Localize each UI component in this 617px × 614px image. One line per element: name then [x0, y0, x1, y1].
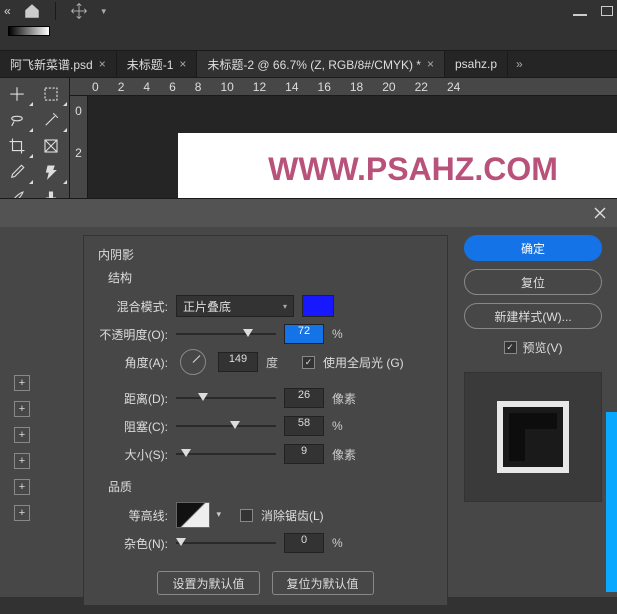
- blend-mode-label: 混合模式:: [98, 298, 168, 315]
- frame-tool-icon[interactable]: [34, 133, 68, 159]
- angle-input[interactable]: 149: [218, 352, 258, 372]
- add-effect-icon[interactable]: +: [14, 401, 30, 417]
- contour-label: 等高线:: [98, 507, 168, 524]
- noise-label: 杂色(N):: [98, 535, 168, 552]
- antialias-label: 消除锯齿(L): [261, 507, 324, 524]
- angle-label: 角度(A):: [98, 354, 168, 371]
- marquee-tool-icon[interactable]: [34, 81, 68, 107]
- home-icon[interactable]: [23, 2, 41, 20]
- dialog-close-icon[interactable]: [593, 206, 607, 220]
- add-effect-icon[interactable]: +: [14, 427, 30, 443]
- shadow-color-picker[interactable]: [302, 295, 334, 317]
- global-light-checkbox[interactable]: [302, 356, 315, 369]
- blend-mode-select[interactable]: 正片叠底▾: [176, 295, 294, 317]
- size-label: 大小(S):: [98, 446, 168, 463]
- window-min-icon[interactable]: [573, 14, 587, 16]
- add-effect-icon[interactable]: +: [14, 505, 30, 521]
- eyedropper-tool-icon[interactable]: [0, 159, 34, 185]
- choke-slider[interactable]: [176, 419, 276, 433]
- preview-label: 预览(V): [523, 339, 563, 356]
- noise-slider[interactable]: [176, 536, 276, 550]
- reset-default-button[interactable]: 复位为默认值: [272, 571, 374, 595]
- heal-tool-icon[interactable]: [34, 159, 68, 185]
- tab-doc-4[interactable]: psahz.p: [445, 51, 508, 77]
- opacity-input[interactable]: 72: [284, 324, 324, 344]
- size-input[interactable]: 9: [284, 444, 324, 464]
- collapse-icon[interactable]: «: [4, 4, 11, 18]
- tab-doc-2[interactable]: 未标题-1 ×: [117, 51, 198, 77]
- opacity-label: 不透明度(O):: [98, 326, 168, 343]
- preview-checkbox[interactable]: [504, 341, 517, 354]
- effect-preview: [464, 372, 602, 502]
- effect-title: 内阴影: [98, 246, 433, 263]
- gradient-preview[interactable]: [8, 26, 50, 36]
- close-icon[interactable]: ×: [179, 57, 186, 71]
- distance-slider[interactable]: [176, 391, 276, 405]
- noise-input[interactable]: 0: [284, 533, 324, 553]
- move-tool-icon[interactable]: [0, 81, 34, 107]
- tab-label: 未标题-2 @ 66.7% (Z, RGB/8#/CMYK) *: [207, 56, 421, 73]
- wand-tool-icon[interactable]: [34, 107, 68, 133]
- add-effect-icon[interactable]: +: [14, 375, 30, 391]
- new-style-button[interactable]: 新建样式(W)...: [464, 303, 602, 329]
- antialias-checkbox[interactable]: [240, 509, 253, 522]
- effects-list: + + + + + +: [12, 235, 67, 606]
- right-edge-strip: [606, 412, 617, 592]
- add-effect-icon[interactable]: +: [14, 479, 30, 495]
- ruler-horizontal: 024681012141618202224: [70, 78, 617, 96]
- tab-label: 未标题-1: [127, 56, 174, 73]
- section-structure: 结构: [108, 269, 433, 286]
- choke-label: 阻塞(C):: [98, 418, 168, 435]
- add-effect-icon[interactable]: +: [14, 453, 30, 469]
- close-icon[interactable]: ×: [99, 57, 106, 71]
- distance-label: 距离(D):: [98, 390, 168, 407]
- global-light-label: 使用全局光 (G): [323, 354, 404, 371]
- close-icon[interactable]: ×: [427, 57, 434, 71]
- section-quality: 品质: [108, 478, 433, 495]
- ok-button[interactable]: 确定: [464, 235, 602, 261]
- chevron-down-icon[interactable]: ▼: [100, 7, 108, 16]
- document-tabs: 阿飞新菜谱.psd × 未标题-1 × 未标题-2 @ 66.7% (Z, RGB/…: [0, 50, 617, 78]
- crop-tool-icon[interactable]: [0, 133, 34, 159]
- tab-doc-3[interactable]: 未标题-2 @ 66.7% (Z, RGB/8#/CMYK) * ×: [197, 51, 445, 77]
- contour-picker[interactable]: ▾: [176, 502, 210, 528]
- cancel-button[interactable]: 复位: [464, 269, 602, 295]
- tab-label: psahz.p: [455, 57, 497, 71]
- tab-label: 阿飞新菜谱.psd: [10, 56, 93, 73]
- set-default-button[interactable]: 设置为默认值: [157, 571, 259, 595]
- choke-input[interactable]: 58: [284, 416, 324, 436]
- lasso-tool-icon[interactable]: [0, 107, 34, 133]
- tab-doc-1[interactable]: 阿飞新菜谱.psd ×: [0, 51, 117, 77]
- window-max-icon[interactable]: [601, 6, 613, 16]
- tabs-overflow-icon[interactable]: »: [508, 51, 531, 77]
- opacity-slider[interactable]: [176, 327, 276, 341]
- watermark-text: WWW.PSAHZ.COM: [178, 151, 617, 188]
- size-slider[interactable]: [176, 447, 276, 461]
- layer-style-dialog: + + + + + + 内阴影 结构 混合模式: 正片叠底▾ 不透明度(O): …: [0, 198, 617, 597]
- move-icon[interactable]: [70, 2, 88, 20]
- distance-input[interactable]: 26: [284, 388, 324, 408]
- angle-dial[interactable]: [180, 349, 206, 375]
